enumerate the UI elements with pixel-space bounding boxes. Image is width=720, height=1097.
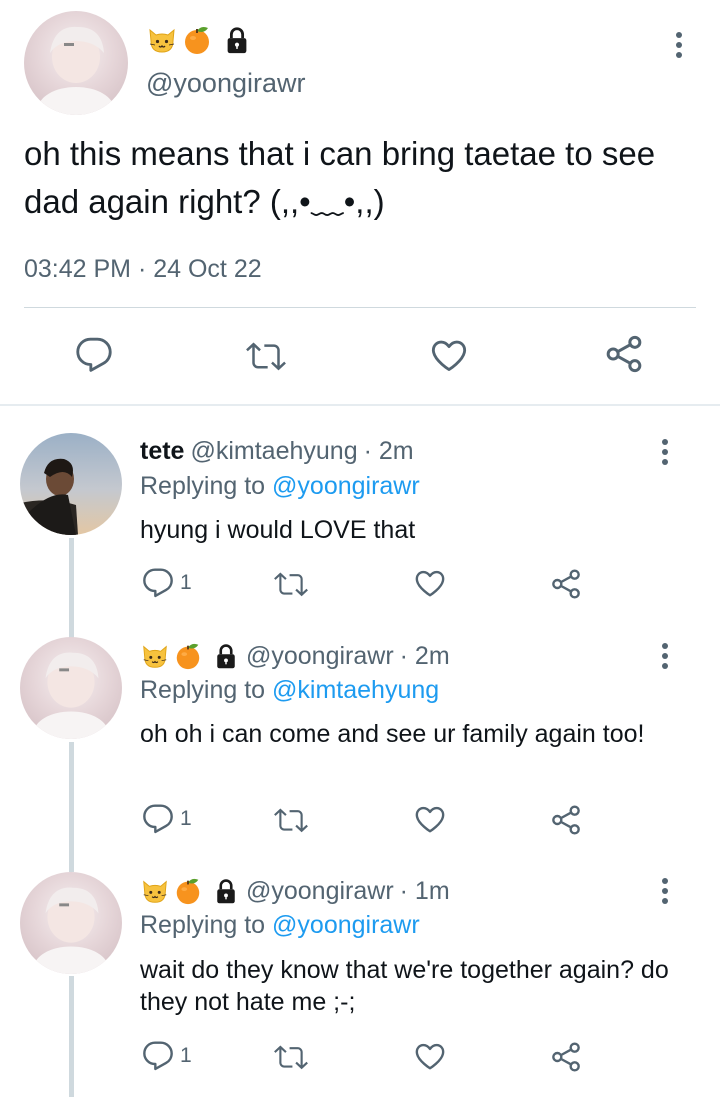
thread-line xyxy=(69,742,74,872)
like-icon[interactable] xyxy=(414,567,446,599)
display-name-emoji xyxy=(140,641,240,671)
thread-line xyxy=(69,976,74,1097)
replying-to-label: Replying to xyxy=(140,911,266,939)
reply-handle[interactable]: @kimtaehyung xyxy=(190,437,357,466)
more-options-icon[interactable] xyxy=(664,30,694,60)
avatar[interactable] xyxy=(24,11,128,115)
lock-icon xyxy=(212,642,240,670)
reply-text: wait do they know that we're together ag… xyxy=(140,956,669,1016)
share-icon[interactable] xyxy=(550,803,582,837)
cat-face-icon xyxy=(140,641,170,671)
reply-actions: 1 xyxy=(140,803,600,843)
reply-time: · 1m xyxy=(399,876,450,905)
retweet-icon[interactable] xyxy=(274,1040,308,1074)
reply-icon xyxy=(142,803,174,835)
replying-to-label: Replying to xyxy=(140,472,266,500)
avatar[interactable] xyxy=(20,637,122,739)
tangerine-icon xyxy=(173,876,203,906)
display-name-emoji xyxy=(146,24,252,56)
tangerine-icon xyxy=(181,24,213,56)
reply-actions: 1 xyxy=(140,1040,600,1080)
reply-icon xyxy=(142,567,174,599)
more-options-icon[interactable] xyxy=(650,876,680,906)
reply-time: · 2m xyxy=(363,437,414,465)
cat-face-icon xyxy=(140,876,170,906)
reply-count: 1 xyxy=(180,1044,192,1067)
share-icon[interactable] xyxy=(550,1040,582,1074)
avatar[interactable] xyxy=(20,433,122,535)
replying-to: Replying to @yoongirawr xyxy=(140,472,420,501)
reply-count: 1 xyxy=(180,807,192,830)
share-icon[interactable] xyxy=(550,567,582,601)
reply-actions: 1 xyxy=(140,567,600,607)
reply-icon xyxy=(142,1040,174,1072)
reply-text: hyung i would LOVE that xyxy=(140,516,416,544)
retweet-icon[interactable] xyxy=(274,567,308,601)
reply-button[interactable]: 1 xyxy=(142,1040,192,1072)
more-options-icon[interactable] xyxy=(650,641,680,671)
main-handle[interactable]: @yoongirawr xyxy=(146,68,305,99)
tweet-timestamp[interactable]: 03:42 PM · 24 Oct 22 xyxy=(24,255,262,284)
replying-to-link[interactable]: @kimtaehyung xyxy=(272,676,439,704)
replying-to-link[interactable]: @yoongirawr xyxy=(272,472,420,500)
display-name[interactable]: tete xyxy=(140,437,184,466)
reply-button[interactable]: 1 xyxy=(142,803,192,835)
reply-header: @yoongirawr · 2m xyxy=(140,641,450,671)
cat-face-icon xyxy=(146,24,178,56)
like-icon[interactable] xyxy=(430,336,468,374)
like-icon[interactable] xyxy=(414,1040,446,1072)
divider xyxy=(0,404,720,406)
more-options-icon[interactable] xyxy=(650,437,680,467)
lock-icon xyxy=(222,25,252,55)
tweet-text: oh this means that i can bring taetae to… xyxy=(24,135,656,220)
lock-icon xyxy=(212,877,240,905)
reply-text: oh oh i can come and see ur family again… xyxy=(140,720,645,748)
replying-to: Replying to @kimtaehyung xyxy=(140,676,439,705)
replying-to-link[interactable]: @yoongirawr xyxy=(272,911,420,939)
display-name-emoji xyxy=(140,876,240,906)
avatar[interactable] xyxy=(20,872,122,974)
reply-time: · 2m xyxy=(399,641,450,670)
divider xyxy=(24,307,696,308)
reply-count: 1 xyxy=(180,571,192,594)
reply-handle[interactable]: @yoongirawr xyxy=(246,642,394,671)
replying-to-label: Replying to xyxy=(140,676,266,704)
reply-header: tete @kimtaehyung · 2m xyxy=(140,437,414,466)
reply-handle[interactable]: @yoongirawr xyxy=(246,877,394,906)
reply-header: @yoongirawr · 1m xyxy=(140,876,450,906)
tangerine-icon xyxy=(173,641,203,671)
share-icon[interactable] xyxy=(604,334,644,374)
like-icon[interactable] xyxy=(414,803,446,835)
thread-line xyxy=(69,538,74,638)
replying-to: Replying to @yoongirawr xyxy=(140,911,420,940)
retweet-icon[interactable] xyxy=(274,803,308,837)
reply-button[interactable]: 1 xyxy=(142,567,192,599)
reply-icon[interactable] xyxy=(75,336,113,374)
retweet-icon[interactable] xyxy=(246,336,286,376)
